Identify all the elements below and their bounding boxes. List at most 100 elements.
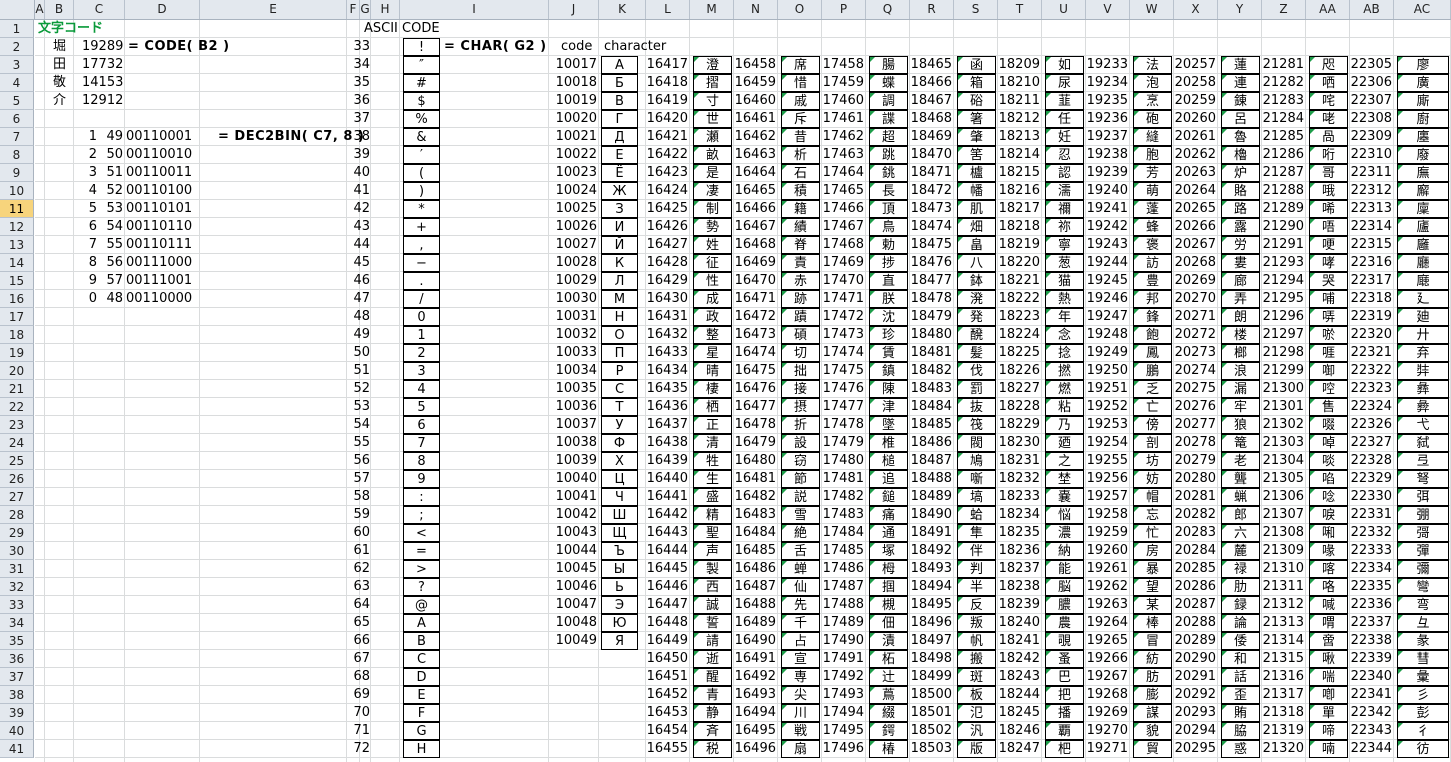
ascii-number-cell[interactable]: 58 xyxy=(347,488,372,506)
kanji-code-cell[interactable]: 16434 xyxy=(646,362,690,380)
kanji-char-cell[interactable]: 咤 xyxy=(1309,92,1348,110)
ascii-number-cell[interactable]: 64 xyxy=(347,596,372,614)
kanji-char-cell[interactable]: 彙 xyxy=(1397,668,1449,686)
kanji-code-cell[interactable]: 21302 xyxy=(1262,416,1306,434)
cyrillic-code-cell[interactable]: 10017 xyxy=(549,56,599,74)
kanji-code-cell[interactable]: 19239 xyxy=(1086,164,1130,182)
kanji-char-cell[interactable]: 惑 xyxy=(1221,740,1260,758)
kanji-char-cell[interactable]: 伴 xyxy=(957,542,996,560)
kanji-char-cell[interactable]: 肪 xyxy=(1133,668,1172,686)
kanji-code-cell[interactable]: 18215 xyxy=(998,164,1042,182)
kanji-char-cell[interactable]: 廢 xyxy=(1397,146,1449,164)
kanji-char-cell[interactable]: 禰 xyxy=(1045,200,1084,218)
kanji-char-cell[interactable]: 砲 xyxy=(1133,110,1172,128)
cyrillic-char-cell[interactable]: В xyxy=(601,92,638,110)
kanji-char-cell[interactable]: 辻 xyxy=(869,668,908,686)
kanji-code-cell[interactable]: 16455 xyxy=(646,740,690,758)
kanji-char-cell[interactable]: 尿 xyxy=(1045,74,1084,92)
kanji-char-cell[interactable]: 啾 xyxy=(1309,650,1348,668)
ascii-code-cell[interactable]: 50 xyxy=(74,146,125,164)
column-header-d[interactable]: D xyxy=(125,0,200,19)
kanji-code-cell[interactable]: 17469 xyxy=(822,254,866,272)
binary-cell[interactable]: 00111000 xyxy=(126,254,192,272)
kanji-char-cell[interactable]: 帽 xyxy=(1133,488,1172,506)
cyrillic-code-cell[interactable]: 10037 xyxy=(549,416,599,434)
kanji-code-cell[interactable]: 18212 xyxy=(998,110,1042,128)
kanji-char-cell[interactable]: 鉢 xyxy=(957,272,996,290)
kanji-char-cell[interactable]: 胞 xyxy=(1133,146,1172,164)
kanji-char-cell[interactable]: 婁 xyxy=(1221,254,1260,272)
cyrillic-code-cell[interactable]: 10039 xyxy=(549,452,599,470)
kanji-char-cell[interactable]: 泡 xyxy=(1133,74,1172,92)
kanji-char-cell[interactable]: 寸 xyxy=(693,92,732,110)
kanji-code-cell[interactable]: 20283 xyxy=(1174,524,1218,542)
kanji-code-cell[interactable]: 19258 xyxy=(1086,506,1130,524)
kanji-code-cell[interactable]: 22310 xyxy=(1350,146,1394,164)
kanji-char-cell[interactable]: 念 xyxy=(1045,326,1084,344)
kanji-code-cell[interactable]: 22338 xyxy=(1350,632,1394,650)
kanji-char-cell[interactable]: 盛 xyxy=(693,488,732,506)
ascii-number-cell[interactable]: 62 xyxy=(347,560,372,578)
kanji-char-cell[interactable]: 舌 xyxy=(781,542,820,560)
kanji-char-cell[interactable]: 喊 xyxy=(1309,596,1348,614)
kanji-code-cell[interactable]: 16464 xyxy=(734,164,778,182)
kanji-char-cell[interactable]: 唏 xyxy=(1309,200,1348,218)
ascii-char-cell[interactable]: 3 xyxy=(403,362,440,380)
kanji-char-cell[interactable]: 腸 xyxy=(869,56,908,74)
kanji-code-cell[interactable]: 19265 xyxy=(1086,632,1130,650)
kanji-code-cell[interactable]: 16423 xyxy=(646,164,690,182)
kanji-code-cell[interactable]: 16438 xyxy=(646,434,690,452)
binary-cell[interactable]: 00110111 xyxy=(126,236,192,254)
select-all-corner[interactable] xyxy=(0,0,35,19)
kanji-char-cell[interactable]: 帆 xyxy=(957,632,996,650)
kanji-code-cell[interactable]: 21316 xyxy=(1262,668,1306,686)
row-header-40[interactable]: 40 xyxy=(0,722,34,740)
kanji-code-cell[interactable]: 16474 xyxy=(734,344,778,362)
kanji-code-cell[interactable]: 18217 xyxy=(998,200,1042,218)
kanji-char-cell[interactable]: 噺 xyxy=(957,470,996,488)
kanji-char-cell[interactable]: 路 xyxy=(1221,200,1260,218)
kanji-code-cell[interactable]: 17477 xyxy=(822,398,866,416)
kanji-char-cell[interactable]: 脇 xyxy=(1221,722,1260,740)
kanji-char-cell[interactable]: 碩 xyxy=(781,326,820,344)
kanji-char-cell[interactable]: 斉 xyxy=(693,722,732,740)
kanji-code-cell[interactable]: 22312 xyxy=(1350,182,1394,200)
kanji-char-cell[interactable]: 佃 xyxy=(869,614,908,632)
kanji-char-cell[interactable]: 扇 xyxy=(781,740,820,758)
kanji-char-cell[interactable]: 津 xyxy=(869,398,908,416)
kanji-code-cell[interactable]: 16462 xyxy=(734,128,778,146)
kanji-char-cell[interactable]: 彖 xyxy=(1397,632,1449,650)
column-header-v[interactable]: V xyxy=(1086,0,1130,19)
ascii-number-cell[interactable]: 57 xyxy=(347,470,372,488)
kanji-code-cell[interactable]: 19264 xyxy=(1086,614,1130,632)
kanji-code-cell[interactable]: 19268 xyxy=(1086,686,1130,704)
kanji-char-cell[interactable]: 哭 xyxy=(1309,272,1348,290)
kanji-code-cell[interactable]: 21291 xyxy=(1262,236,1306,254)
cyrillic-code-cell[interactable]: 10020 xyxy=(549,110,599,128)
code-cell[interactable]: 12912 xyxy=(82,92,123,110)
kanji-code-cell[interactable]: 16445 xyxy=(646,560,690,578)
kanji-char-cell[interactable]: 貌 xyxy=(1133,722,1172,740)
kanji-code-cell[interactable]: 19271 xyxy=(1086,740,1130,758)
kanji-char-cell[interactable]: 鎚 xyxy=(869,488,908,506)
code-cell[interactable]: 19289 xyxy=(82,38,123,56)
kanji-code-cell[interactable]: 16417 xyxy=(646,56,690,74)
kanji-code-cell[interactable]: 18218 xyxy=(998,218,1042,236)
kanji-code-cell[interactable]: 20288 xyxy=(1174,614,1218,632)
kanji-char-cell[interactable]: 六 xyxy=(1221,524,1260,542)
kanji-char-cell[interactable]: 啅 xyxy=(1309,434,1348,452)
kanji-char-cell[interactable]: 廬 xyxy=(1397,218,1449,236)
kanji-code-cell[interactable]: 17458 xyxy=(822,56,866,74)
kanji-code-cell[interactable]: 21300 xyxy=(1262,380,1306,398)
kanji-code-cell[interactable]: 18222 xyxy=(998,290,1042,308)
kanji-code-cell[interactable]: 17475 xyxy=(822,362,866,380)
kanji-code-cell[interactable]: 20276 xyxy=(1174,398,1218,416)
kanji-char-cell[interactable]: 彝 xyxy=(1397,380,1449,398)
cyrillic-char-cell[interactable]: Й xyxy=(601,236,638,254)
ascii-number-cell[interactable]: 43 xyxy=(347,218,372,236)
kanji-char-cell[interactable]: 隼 xyxy=(957,524,996,542)
kanji-char-cell[interactable]: 勢 xyxy=(693,218,732,236)
kanji-code-cell[interactable]: 16458 xyxy=(734,56,778,74)
ascii-code-cell[interactable]: 57 xyxy=(74,272,125,290)
kanji-char-cell[interactable]: 單 xyxy=(1309,704,1348,722)
